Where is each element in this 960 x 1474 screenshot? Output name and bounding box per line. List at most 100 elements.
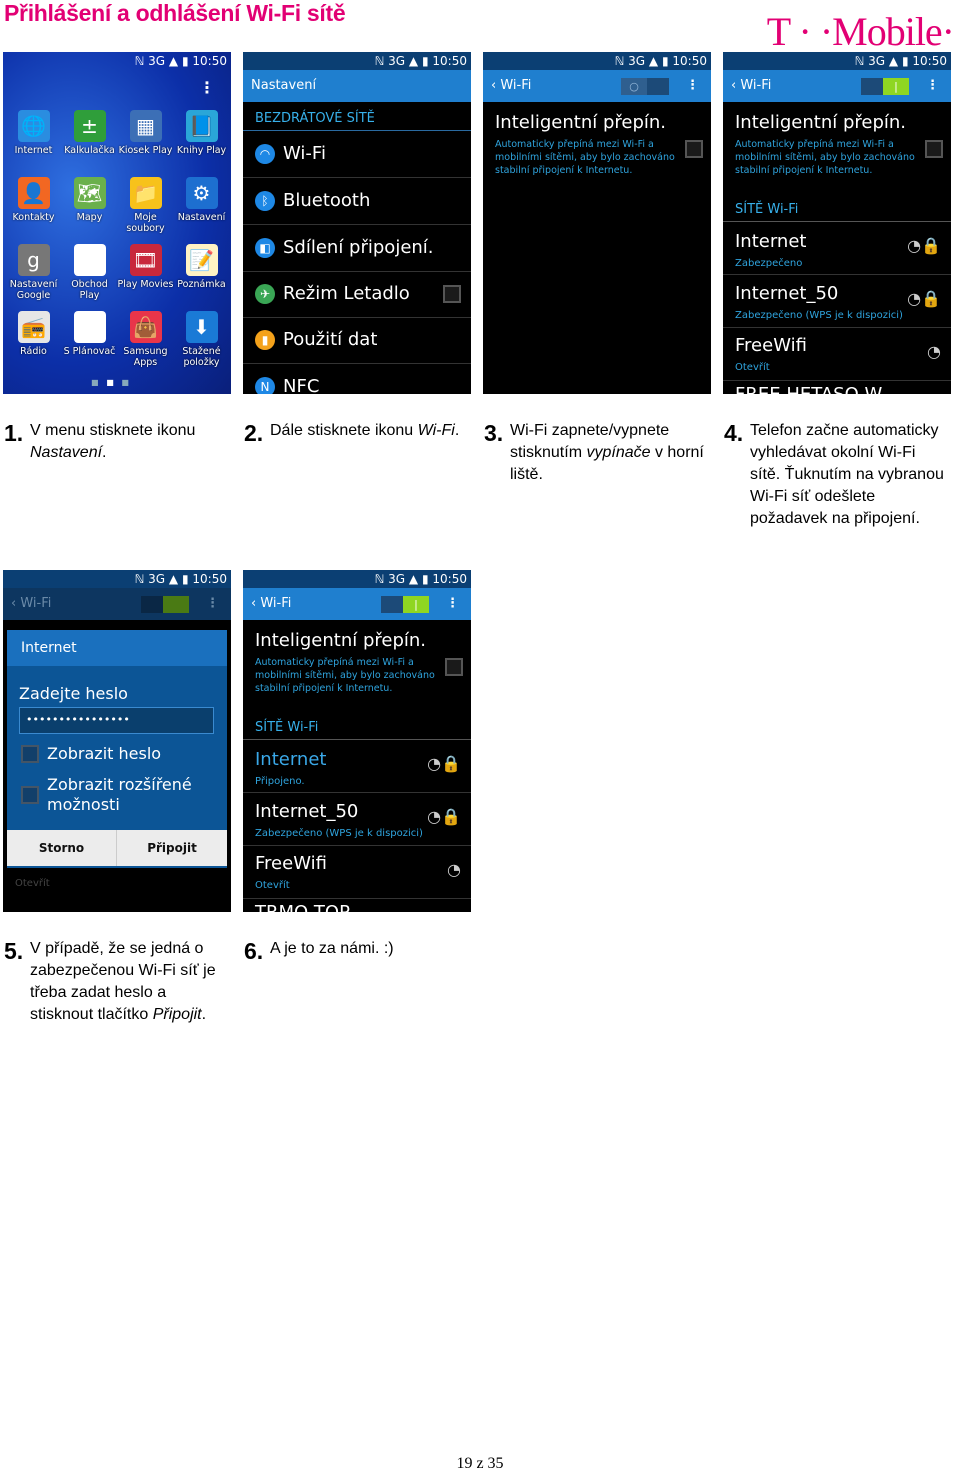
app-glyph-icon: 👜 (129, 311, 162, 343)
app-glyph-icon: 🗺 (73, 177, 106, 209)
wifi-toggle-on[interactable]: | (861, 78, 909, 95)
nfc-icon: N (255, 377, 275, 394)
app-glyph-icon: ▦ (129, 110, 162, 142)
show-password-label: Zobrazit heslo (47, 744, 162, 763)
app-icon-5[interactable]: 🗺 Mapy (61, 177, 118, 223)
show-password-checkbox[interactable] (21, 745, 39, 763)
network-item-connected[interactable]: Internet Připojeno. ◔🔒 (243, 740, 471, 792)
app-label: Stažené položky (182, 346, 221, 368)
network-item[interactable]: FreeWifi Otevřít ◔ (723, 328, 951, 380)
step-2: 2. Dále stisknete ikonu Wi-Fi. (244, 420, 460, 446)
app-icon-2[interactable]: ▦ Kiosek Play (117, 110, 174, 156)
smart-switch-title: Inteligentní přepín. (495, 112, 667, 133)
section-header: BEZDRÁTOVÉ SÍTĚ (255, 111, 375, 126)
app-label: Moje soubory (126, 212, 165, 234)
app-icon-6[interactable]: 📁 Moje soubory (117, 177, 174, 234)
action-bar: ‹ Wi-Fi | ⋮ (243, 588, 471, 620)
wifi-locked-icon: ◔🔒 (907, 236, 941, 255)
app-icon-0[interactable]: 🌐 Internet (5, 110, 62, 156)
page-number: 19 z 35 (456, 1455, 504, 1472)
more-options-icon[interactable]: ⋮ (199, 78, 215, 97)
app-icon-10[interactable]: 🎞 Play Movies (117, 244, 174, 290)
wifi-locked-icon: ◔🔒 (427, 754, 461, 773)
cancel-button[interactable]: Storno (7, 830, 117, 866)
settings-item-tethering[interactable]: ◧ Sdílení připojení. (243, 226, 471, 272)
step-4: 4. Telefon začne automaticky vyhledávat o… (724, 420, 944, 528)
step-6: 6. A je to za námi. :) (244, 938, 394, 964)
app-icon-13[interactable]: 31 S Plánovač (61, 311, 118, 357)
app-glyph-icon: 🎞 (129, 244, 162, 276)
action-bar: ‹ Wi-Fi ⋮ (3, 588, 231, 620)
app-label: S Plánovač (63, 346, 116, 357)
more-options-icon[interactable]: ⋮ (686, 70, 699, 102)
app-glyph-icon: ⬇ (185, 311, 218, 343)
smart-switch-checkbox[interactable] (925, 140, 943, 158)
advanced-options-checkbox[interactable] (21, 786, 39, 804)
step-5: 5. V případě, že se jedná o zabezpečenou … (4, 938, 216, 1024)
app-icon-7[interactable]: ⚙ Nastavení (173, 177, 230, 223)
app-label: Nastavení Google (9, 279, 58, 301)
app-icon-3[interactable]: 📘 Knihy Play (173, 110, 230, 156)
network-item[interactable]: Internet_50 Zabezpečeno (WPS je k dispozi… (723, 275, 951, 327)
app-glyph-icon: 📝 (185, 244, 218, 276)
status-icons: ℕ 3G ▲ ▮ (134, 54, 189, 68)
settings-item-wifi[interactable]: ◠ Wi-Fi (243, 132, 471, 178)
more-options-icon[interactable]: ⋮ (446, 588, 459, 620)
settings-item-bluetooth[interactable]: ᛒ Bluetooth (243, 179, 471, 225)
header-title: Nastavení (251, 78, 317, 93)
password-input[interactable]: •••••••••••••••• (19, 707, 214, 734)
network-item[interactable]: TRMO TOP (255, 902, 350, 912)
wifi-locked-icon: ◔🔒 (907, 289, 941, 308)
network-item[interactable]: Internet Zabezpečeno ◔🔒 (723, 222, 951, 274)
password-label: Zadejte heslo (19, 684, 128, 703)
app-icon-15[interactable]: ⬇ Stažené položky (173, 311, 230, 368)
app-icon-11[interactable]: 📝 Poznámka (173, 244, 230, 290)
settings-item-airplane[interactable]: ✈ Režim Letadlo (243, 272, 471, 318)
settings-item-nfc[interactable]: N NFC (243, 365, 471, 394)
status-bar: ℕ 3G ▲ ▮ 10:50 (723, 52, 951, 70)
settings-item-data-usage[interactable]: ▮ Použití dat (243, 318, 471, 364)
app-glyph-icon: g (17, 244, 50, 276)
action-bar: ‹ Wi-Fi | ⋮ (723, 70, 951, 102)
dialog-title: Internet (7, 630, 227, 666)
app-label: Play Movies (117, 279, 174, 290)
tethering-icon: ◧ (255, 238, 275, 258)
wifi-toggle-on[interactable]: | (381, 596, 429, 613)
network-item[interactable]: FreeWifi Otevřít ◔ (243, 846, 471, 898)
app-icon-9[interactable]: ▶ Obchod Play (61, 244, 118, 301)
app-label: Internet (14, 145, 53, 156)
wifi-toggle-off[interactable]: ○ (621, 78, 669, 95)
wifi-icon: ◔ (927, 342, 941, 361)
app-icon-8[interactable]: g Nastavení Google (5, 244, 62, 301)
app-glyph-icon: 📁 (129, 177, 162, 209)
network-item[interactable]: Internet_50 Zabezpečeno (WPS je k dispozi… (243, 793, 471, 845)
wifi-icon: ◔ (447, 860, 461, 879)
section-header: SÍTĚ Wi-Fi (735, 202, 799, 217)
connect-button[interactable]: Připojit (117, 830, 227, 866)
app-glyph-icon: ▶ (73, 244, 106, 276)
screenshot-connected: ℕ 3G ▲ ▮ 10:50 ‹ Wi-Fi | ⋮ Inteligentní … (243, 570, 471, 912)
screenshot-wifi-list: ℕ 3G ▲ ▮ 10:50 ‹ Wi-Fi | ⋮ Inteligentní … (723, 52, 951, 394)
wifi-locked-icon: ◔🔒 (427, 807, 461, 826)
app-icon-4[interactable]: 👤 Kontakty (5, 177, 62, 223)
advanced-options-label: Zobrazit rozšířené možnosti (47, 775, 192, 814)
data-usage-icon: ▮ (255, 330, 275, 350)
app-label: Nastavení (177, 212, 226, 223)
airplane-icon: ✈ (255, 284, 275, 304)
app-icon-12[interactable]: 📻 Rádio (5, 311, 62, 357)
app-icon-14[interactable]: 👜 Samsung Apps (117, 311, 174, 368)
status-bar: ℕ 3G ▲ ▮ 10:50 (243, 570, 471, 588)
status-bar: ℕ 3G ▲ ▮ 10:50 (483, 52, 711, 70)
more-options-icon[interactable]: ⋮ (926, 70, 939, 102)
app-glyph-icon: ⚙ (185, 177, 218, 209)
wifi-icon: ◠ (255, 144, 275, 164)
action-bar: Nastavení (243, 70, 471, 102)
app-label: Kontakty (12, 212, 55, 223)
smart-switch-checkbox[interactable] (445, 658, 463, 676)
app-icon-1[interactable]: ± Kalkulačka (61, 110, 118, 156)
app-label: Poznámka (177, 279, 226, 290)
network-item[interactable]: FREE HETASO W (735, 384, 882, 394)
smart-switch-checkbox[interactable] (685, 140, 703, 158)
airplane-checkbox[interactable] (443, 285, 461, 303)
status-bar: ℕ 3G ▲ ▮ 10:50 (3, 570, 231, 588)
